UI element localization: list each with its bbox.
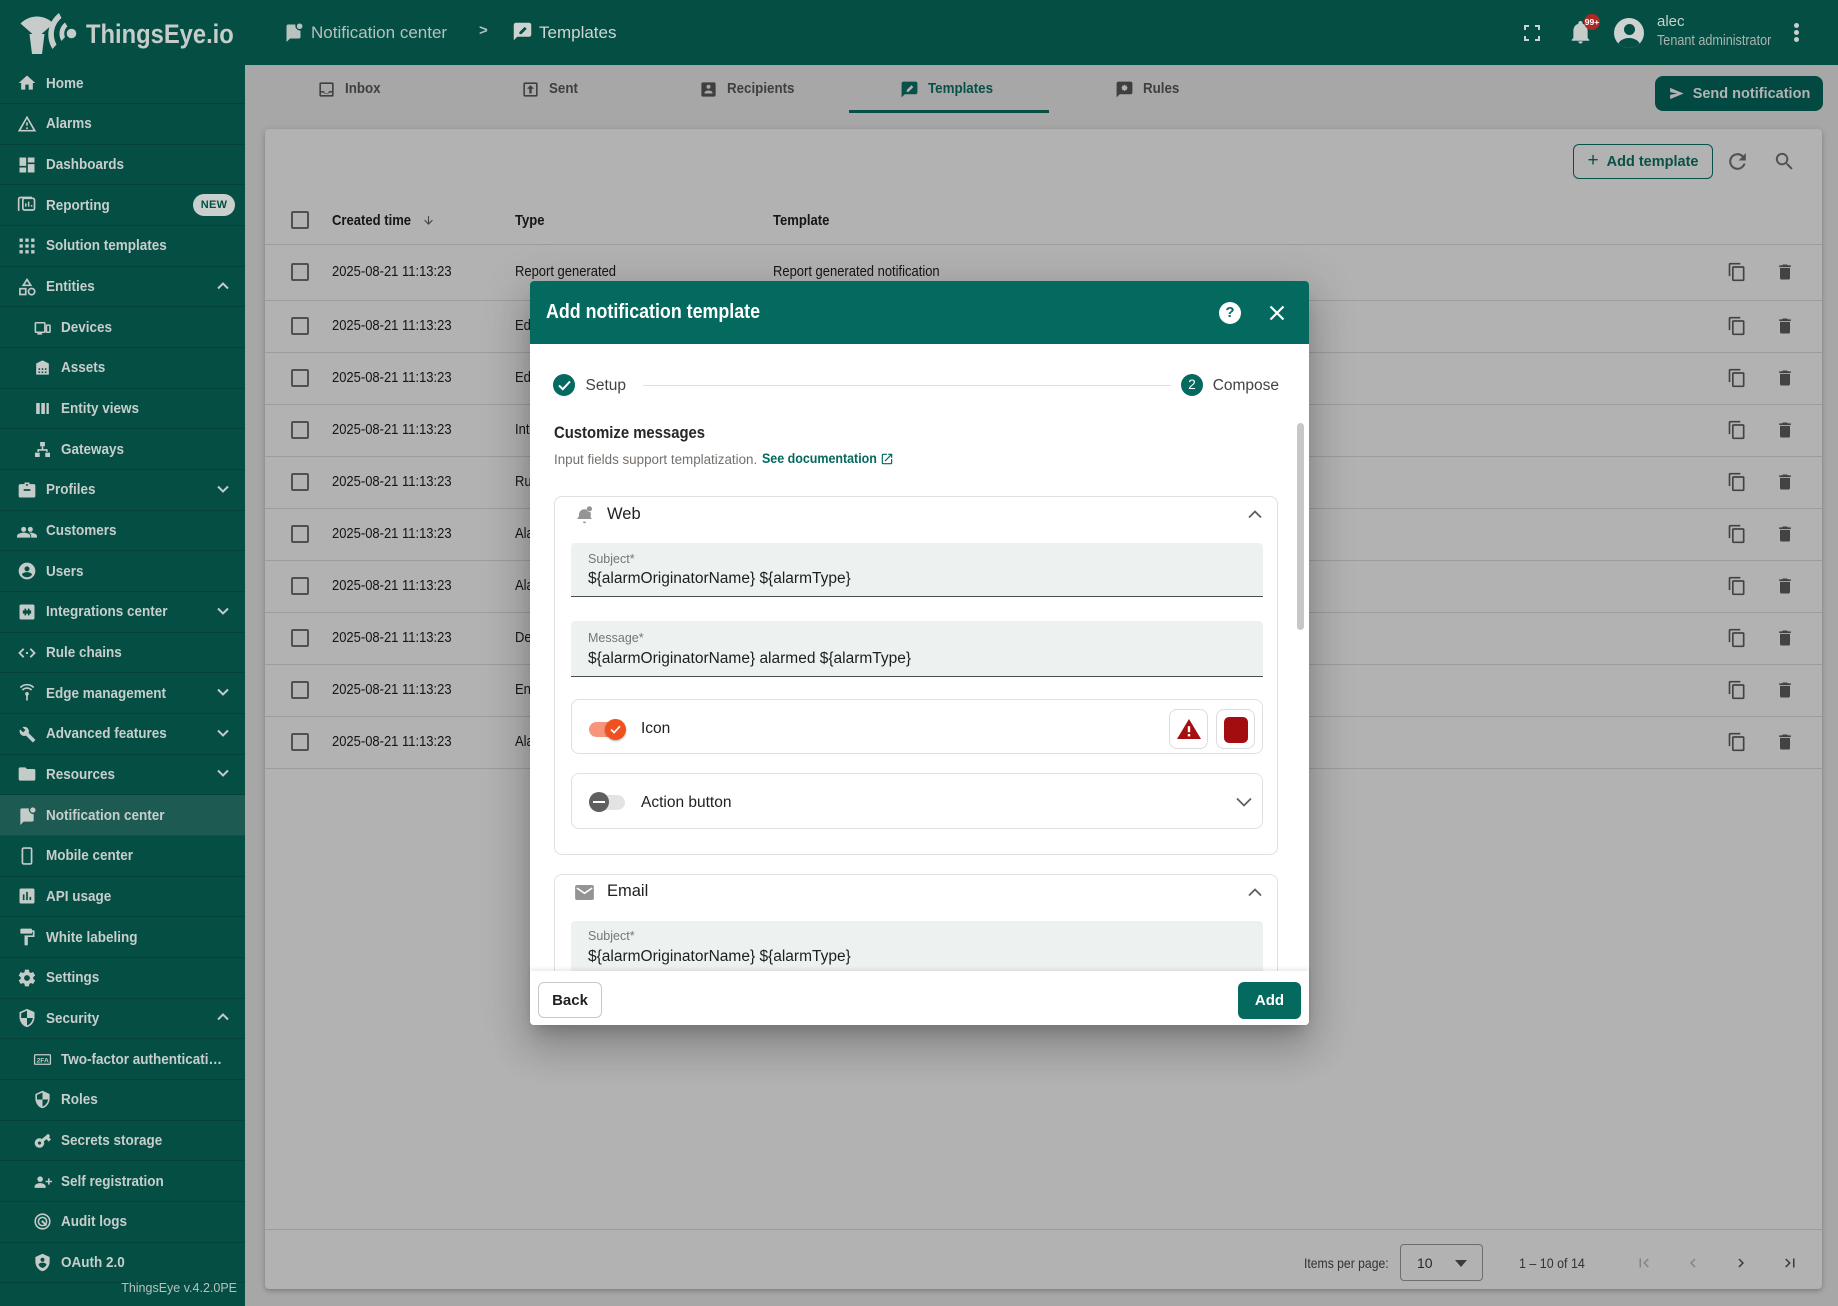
svg-text:ThingsEye.io: ThingsEye.io — [86, 20, 234, 50]
svg-text:2FA: 2FA — [37, 1057, 49, 1064]
